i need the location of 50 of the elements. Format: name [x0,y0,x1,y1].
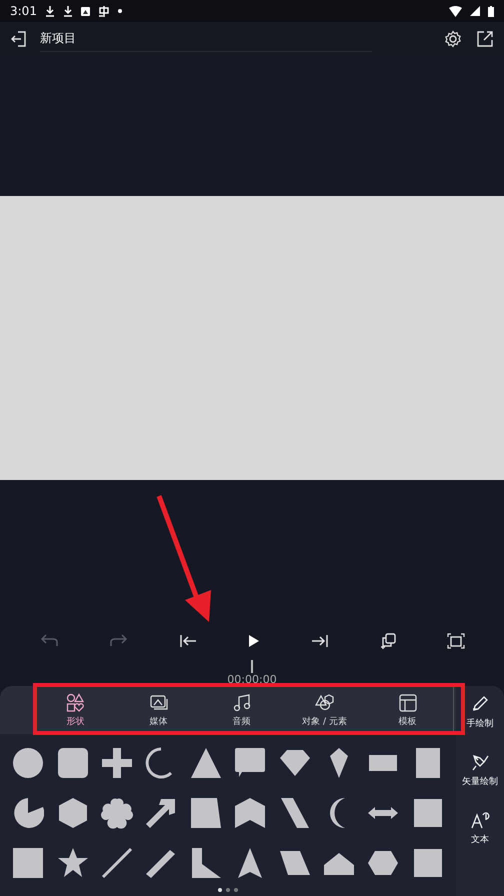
play-icon [247,633,261,649]
square-shape-icon[interactable] [12,847,44,879]
template-icon [398,692,418,712]
settings-button[interactable] [442,28,464,50]
page-dot[interactable] [218,888,222,892]
rounded-square-shape-icon[interactable] [56,747,89,779]
plus-shape-icon[interactable] [100,747,133,779]
side-tool-button[interactable]: 矢量绘制 [462,748,498,792]
category-tab[interactable]: 模板 [366,686,449,734]
signal-icon [470,6,480,16]
trapezoid-shape-icon[interactable] [190,797,222,829]
square-shape-icon[interactable] [412,847,444,879]
speech-bubble-shape-icon[interactable] [234,747,266,779]
chevron-shape-icon[interactable] [234,797,266,829]
line-shape-icon[interactable] [100,847,133,879]
l-shape-icon[interactable] [190,847,222,879]
category-tab[interactable]: 音频 [200,686,283,734]
status-time: 3:01 [10,4,37,18]
dot-icon [118,9,122,13]
category-tab[interactable]: 形状 [34,686,117,734]
pen-nib-icon [470,752,490,772]
star-shape-icon[interactable] [56,847,89,879]
parallelogram-shape-icon[interactable] [278,797,311,829]
arrow-shape-icon[interactable] [145,797,178,829]
thick-line-shape-icon[interactable] [145,847,178,879]
page-dot[interactable] [234,888,238,892]
wifi-icon [449,6,462,16]
project-title: 新项目 [40,26,372,52]
flower-shape-icon[interactable] [100,797,133,829]
square-shape-icon[interactable] [412,797,444,829]
battery-icon [488,6,494,16]
text-style-icon [470,810,490,830]
triangle-shape-icon[interactable] [190,747,222,779]
timecode: 00:00:00 [227,673,277,686]
side-tool-button[interactable]: 手绘制 [466,690,494,734]
page-dot[interactable] [226,888,230,892]
pie-shape-icon[interactable] [12,797,44,829]
category-tab[interactable]: 媒体 [117,686,200,734]
shapes-icon [66,692,86,712]
pen-icon [470,694,490,714]
music-icon [232,692,252,712]
hexagon-shape-icon[interactable] [56,797,89,829]
side-tool-button[interactable]: 文本 [470,806,490,850]
category-tab[interactable]: 对象 / 元素 [283,686,366,734]
objects-icon [314,692,334,712]
download-icon [44,5,55,17]
circle-shape-icon[interactable] [12,747,44,779]
download-icon [62,5,73,17]
image-icon [80,6,90,16]
media-icon [148,692,168,712]
